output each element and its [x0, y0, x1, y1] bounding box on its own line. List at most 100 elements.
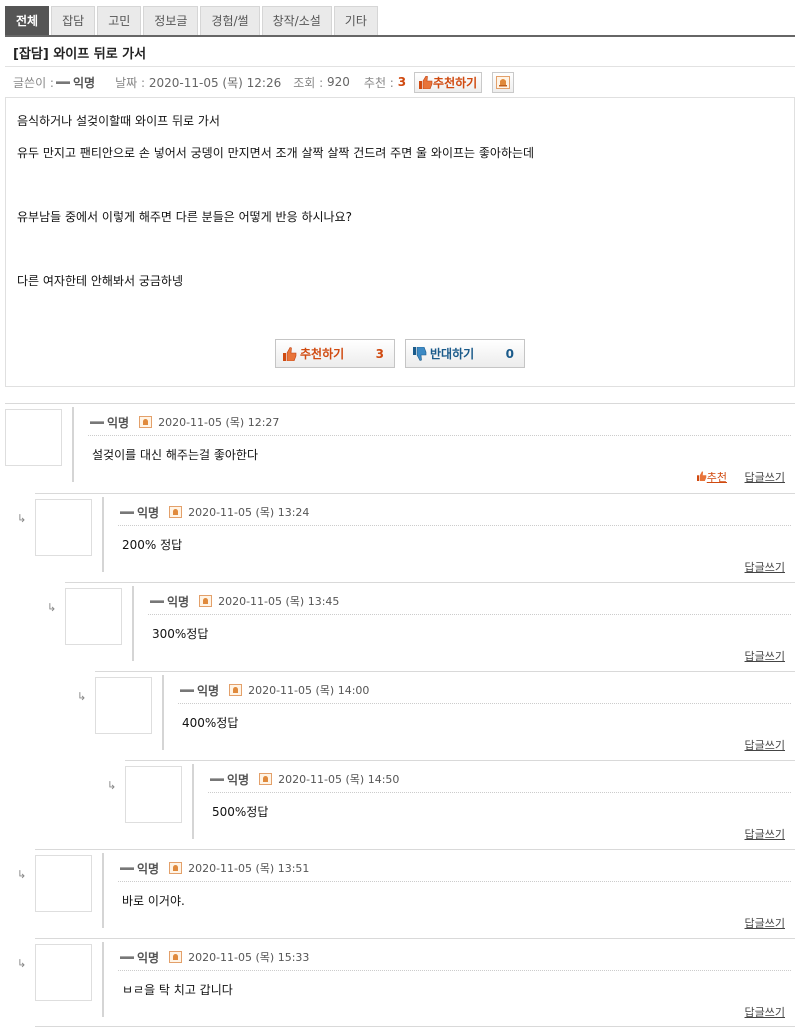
reply-arrow-icon: ↳: [17, 512, 27, 525]
tab-etc[interactable]: 기타: [333, 6, 378, 35]
vote-up-button[interactable]: 추천하기 3: [275, 339, 395, 368]
comment-date: 2020-11-05 (목) 12:27: [158, 416, 280, 429]
comment-dotted-divider: [148, 614, 791, 615]
comment-divider-bar: [192, 764, 194, 839]
comment-text: 바로 이거야.: [122, 894, 185, 908]
comment-item: ↳ 익명 2020-11-05 (목) 13:51 바로 이거야. 답글쓰기: [17, 849, 795, 938]
thumbs-up-icon: [419, 75, 433, 89]
comment-dotted-divider: [118, 525, 791, 526]
post-line-2: 유두 만지고 팬티안으로 손 넣어서 궁뎅이 만지면서 조개 살짝 살짝 건드려…: [17, 146, 535, 160]
alert-button[interactable]: [492, 71, 515, 93]
thumbs-up-icon: [283, 346, 297, 361]
comment-recommend-link[interactable]: 추천: [696, 469, 727, 485]
comment-header: 익명 2020-11-05 (목) 13:45: [148, 592, 339, 610]
reply-arrow-icon: ↳: [47, 601, 57, 614]
comment-recommend-label: 추천: [706, 471, 727, 484]
comment-header: 익명 2020-11-05 (목) 13:24: [118, 503, 309, 521]
comment-dotted-divider: [118, 881, 791, 882]
bell-icon[interactable]: [169, 951, 183, 963]
comment-divider-bar: [102, 497, 104, 572]
comment-text: ㅂㄹ을 탁 치고 갑니다: [122, 983, 233, 997]
category-tabs: 전체 잡담 고민 정보글 경험/썰 창작/소설 기타: [5, 6, 380, 35]
avatar: [35, 944, 92, 1001]
reply-link[interactable]: 답글쓰기: [745, 559, 785, 575]
post-line-4: 다른 여자한테 안해봐서 궁금하넹: [17, 274, 184, 288]
reply-link[interactable]: 답글쓰기: [745, 1004, 785, 1020]
comment-author: 익명: [227, 772, 250, 787]
reply-link[interactable]: 답글쓰기: [745, 915, 785, 931]
bell-icon[interactable]: [229, 684, 243, 696]
comment-date: 2020-11-05 (목) 15:33: [188, 951, 310, 964]
anonymous-icon: [120, 866, 134, 870]
date-label: 날짜 :: [115, 75, 146, 90]
comment-item: ↳ 익명 2020-11-05 (목) 14:50 500%정답 답글쓰기: [107, 760, 795, 849]
comment-dotted-divider: [118, 970, 791, 971]
comment-text: 설겆이를 대신 해주는걸 좋아한다: [92, 448, 259, 462]
recommend-button-top[interactable]: 추천하기: [414, 71, 483, 93]
bell-icon[interactable]: [169, 862, 183, 874]
comment-author: 익명: [137, 505, 160, 520]
comment-author: 익명: [137, 861, 160, 876]
reply-link[interactable]: 답글쓰기: [745, 648, 785, 664]
anonymous-icon: [150, 599, 164, 603]
bell-icon[interactable]: [169, 506, 183, 518]
tab-experience[interactable]: 경험/썰: [200, 6, 260, 35]
vote-up-label: 추천하기: [300, 347, 345, 361]
reply-link[interactable]: 답글쓰기: [745, 826, 785, 842]
comment-author: 익명: [137, 950, 160, 965]
avatar: [35, 499, 92, 556]
reply-arrow-icon: ↳: [107, 779, 117, 792]
post-line-3: 유부남들 중에서 이렇게 해주면 다른 분들은 어떻게 반응 하시나요?: [17, 210, 352, 224]
reply-arrow-icon: ↳: [17, 868, 27, 881]
post-body: 음식하거나 설겆이할때 와이프 뒤로 가서 유두 만지고 팬티안으로 손 넣어서…: [5, 97, 795, 387]
comment-dotted-divider: [88, 435, 791, 436]
bell-icon[interactable]: [139, 416, 153, 428]
comment-item: ↳ 익명 2020-11-05 (목) 13:45 300%정답 답글쓰기: [47, 582, 795, 671]
reply-arrow-icon: ↳: [77, 690, 87, 703]
bell-icon[interactable]: [199, 595, 213, 607]
title-divider: [5, 66, 795, 67]
tab-worry[interactable]: 고민: [97, 6, 142, 35]
anonymous-icon: [210, 777, 224, 781]
author-label: 글쓴이 :: [13, 75, 54, 90]
avatar: [5, 409, 62, 466]
post-title: [잡담] 와이프 뒤로 가서: [13, 47, 147, 62]
avatar: [35, 855, 92, 912]
vote-down-button[interactable]: 반대하기 0: [405, 339, 525, 368]
comment-divider-bar: [72, 407, 74, 482]
comment-header: 익명 2020-11-05 (목) 13:51: [118, 859, 309, 877]
comment-text: 200% 정답: [122, 538, 183, 552]
comment-author: 익명: [167, 594, 190, 609]
tab-info[interactable]: 정보글: [143, 6, 199, 35]
comment-item: 익명 2020-11-05 (목) 12:27 설겆이를 대신 해주는걸 좋아한…: [5, 404, 795, 493]
reply-link[interactable]: 답글쓰기: [745, 737, 785, 753]
bell-icon[interactable]: [259, 773, 273, 785]
comment-divider-bar: [132, 586, 134, 661]
comment-date: 2020-11-05 (목) 13:51: [188, 862, 310, 875]
comment-divider-bar: [102, 942, 104, 1017]
recommend-count: 3: [397, 75, 407, 89]
tab-all[interactable]: 전체: [5, 6, 50, 35]
anonymous-icon: [55, 80, 70, 84]
reply-link[interactable]: 답글쓰기: [745, 469, 785, 485]
comment-dotted-divider: [178, 703, 791, 704]
tab-chat[interactable]: 잡담: [51, 6, 96, 35]
post-date: 2020-11-05 (목) 12:26: [148, 75, 282, 90]
tab-divider: [5, 35, 795, 37]
recommend-button-label: 추천하기: [433, 75, 478, 90]
vote-down-label: 반대하기: [430, 347, 475, 361]
comment-dotted-divider: [208, 792, 791, 793]
comment-date: 2020-11-05 (목) 14:50: [278, 773, 400, 786]
comment-header: 익명 2020-11-05 (목) 12:27: [88, 413, 279, 431]
reply-arrow-icon: ↳: [17, 957, 27, 970]
tab-creative[interactable]: 창작/소설: [261, 6, 332, 35]
anonymous-icon: [120, 955, 134, 959]
thumbs-down-icon: [413, 346, 427, 361]
avatar: [95, 677, 152, 734]
avatar: [125, 766, 182, 823]
vote-up-count: 3: [375, 346, 384, 361]
anonymous-icon: [90, 420, 104, 424]
comment-date: 2020-11-05 (목) 13:24: [188, 506, 310, 519]
post-meta: 글쓴이 : 익명 날짜 : 2020-11-05 (목) 12:26 조회 : …: [13, 71, 515, 93]
comment-text: 300%정답: [152, 627, 209, 641]
